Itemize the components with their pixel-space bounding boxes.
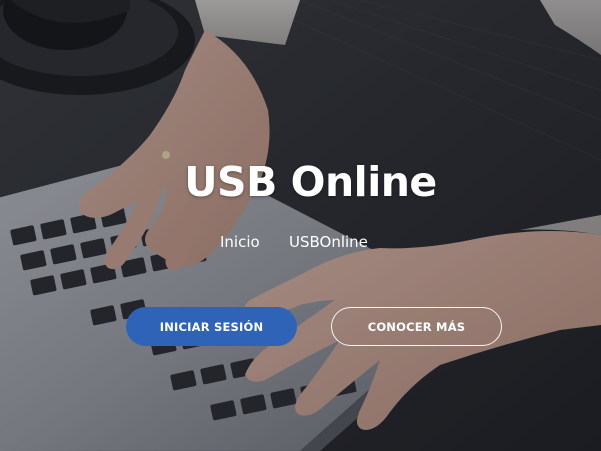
login-button[interactable]: INICIAR SESIÓN	[126, 307, 297, 346]
learn-more-button[interactable]: CONOCER MÁS	[331, 307, 502, 346]
breadcrumb-home-link[interactable]: Inicio	[220, 233, 260, 251]
breadcrumb: Inicio USBOnline	[0, 233, 601, 253]
page-title: USB Online	[184, 158, 437, 206]
hero-content: USB Online Inicio USBOnline INICIAR SESI…	[0, 0, 601, 451]
breadcrumb-current: USBOnline	[289, 233, 368, 251]
hero-section: USB Online Inicio USBOnline INICIAR SESI…	[0, 0, 601, 451]
